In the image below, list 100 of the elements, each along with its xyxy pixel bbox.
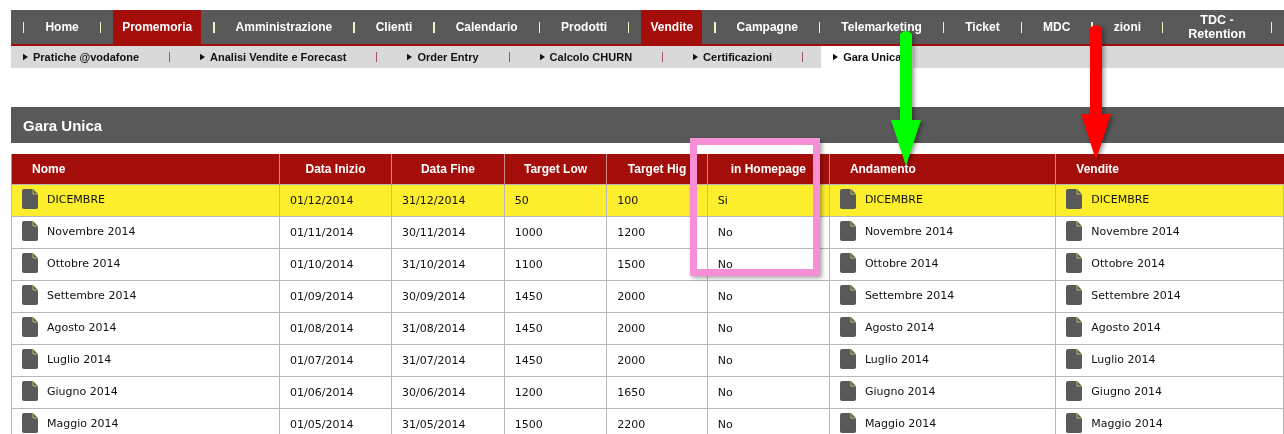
table-cell: 1500 (514, 418, 543, 431)
menu-tab[interactable]: Ticket (956, 10, 1009, 44)
table-cell: 31/05/2014 (402, 418, 466, 431)
table-cell: 1450 (514, 290, 543, 303)
section-title: Gara Unica (11, 107, 1284, 143)
table-cell: 1450 (514, 354, 543, 367)
document-icon (839, 253, 856, 273)
table-row[interactable]: DICEMBRE 01/12/2014 31/12/2014 50 100 Si DICEMBRE DICEMBRE (11, 184, 1284, 217)
table-cell: 1200 (617, 226, 646, 239)
table-cell[interactable]: DICEMBRE (47, 192, 105, 206)
menu-tab[interactable]: zioni (1104, 10, 1151, 44)
table-cell: 2000 (617, 290, 646, 303)
table-cell: No (717, 290, 733, 303)
triangle-icon (23, 53, 28, 61)
table-cell: Novembre 2014 (1091, 224, 1180, 238)
table-row[interactable]: Agosto 2014 01/08/2014 31/08/2014 1450 2000 No Agosto 2014 Agosto 2014 (11, 312, 1284, 345)
triangle-icon (833, 53, 839, 61)
document-icon (839, 349, 856, 369)
table-cell[interactable]: Agosto 2014 (47, 320, 117, 334)
menu-tab[interactable]: Home (36, 10, 88, 44)
column-header: Target Hig (606, 154, 708, 185)
document-icon (839, 221, 856, 241)
table-cell: 01/07/2014 (290, 354, 354, 367)
table-cell[interactable]: Settembre 2014 (47, 288, 137, 302)
table-cell[interactable]: Novembre 2014 (47, 224, 136, 238)
document-icon (839, 413, 856, 433)
menu-tab[interactable]: Promemoria (113, 10, 202, 44)
table-cell: 50 (514, 194, 529, 207)
menu-tab[interactable]: Calendario (446, 10, 527, 44)
table-cell: Luglio 2014 (864, 352, 930, 366)
table-cell[interactable]: Luglio 2014 (47, 352, 112, 366)
table-cell: 01/05/2014 (290, 418, 354, 431)
triangle-icon (539, 53, 545, 61)
menu-tab[interactable]: Amministrazione (226, 10, 342, 44)
menu-tab[interactable]: Campagne (727, 10, 807, 44)
table-cell[interactable]: Maggio 2014 (47, 416, 119, 430)
submenu-link[interactable]: Order Entry (395, 46, 491, 68)
table-row[interactable]: Giugno 2014 01/06/2014 30/06/2014 1200 1650 No Giugno 2014 Giugno 2014 (11, 376, 1284, 409)
document-icon (22, 253, 38, 273)
menu-tab[interactable]: Prodotti (552, 10, 617, 44)
document-icon (1066, 221, 1083, 241)
table-cell: Agosto 2014 (864, 320, 935, 334)
menu-tab[interactable]: MDC (1034, 10, 1080, 44)
table-cell: 2000 (617, 322, 646, 335)
document-icon (839, 317, 856, 337)
table-row[interactable]: Maggio 2014 01/05/2014 31/05/2014 1500 2200 No Maggio 2014 Maggio 2014 (11, 408, 1284, 434)
document-icon (22, 221, 38, 241)
menu-tab[interactable]: Vendite (641, 10, 703, 44)
submenu-link[interactable]: Analisi Vendite e Forecast (188, 46, 359, 68)
document-icon (839, 381, 856, 401)
table-cell: Settembre 2014 (1091, 288, 1181, 302)
document-icon (1066, 253, 1083, 273)
table-cell: Luglio 2014 (1091, 352, 1156, 366)
column-header: Target Low (504, 154, 607, 185)
table-cell: Settembre 2014 (864, 288, 955, 302)
menu-tab[interactable]: TDC - Retention (1175, 10, 1259, 44)
table-cell: Giugno 2014 (1091, 384, 1163, 398)
menu-tab[interactable]: Telemarketing (832, 10, 931, 44)
submenu-link[interactable]: Certificazioni (681, 46, 785, 68)
triangle-icon (693, 53, 699, 61)
document-icon (22, 381, 38, 401)
table-cell: 01/11/2014 (290, 226, 354, 239)
table-cell: 01/08/2014 (290, 322, 354, 335)
document-icon (1066, 381, 1083, 401)
document-icon (1066, 285, 1083, 305)
table-cell: No (717, 226, 733, 239)
triangle-icon (200, 53, 206, 61)
table-row[interactable]: Ottobre 2014 01/10/2014 31/10/2014 1100 1500 No Ottobre 2014 Ottobre 2014 (11, 248, 1284, 281)
table-cell: Ottobre 2014 (1091, 256, 1165, 270)
document-icon (22, 285, 38, 305)
table-cell: Giugno 2014 (864, 384, 936, 398)
submenu-link[interactable]: Calcolo CHURN (527, 46, 645, 68)
menu-tab[interactable]: Clienti (366, 10, 422, 44)
table-cell: DICEMBRE (864, 192, 923, 206)
table-cell: No (717, 322, 733, 335)
table-row[interactable]: Novembre 2014 01/11/2014 30/11/2014 1000 1200 No Novembre 2014 Novembre 2014 (11, 216, 1284, 249)
table-cell: 2000 (617, 354, 646, 367)
table-cell: Novembre 2014 (864, 224, 954, 238)
document-icon (22, 413, 38, 433)
table-cell: 1500 (617, 258, 646, 271)
table-cell: 1200 (514, 386, 543, 399)
triangle-icon (407, 53, 413, 61)
table-cell: Si (717, 194, 728, 207)
table-cell: Maggio 2014 (864, 416, 937, 430)
table-cell: 01/10/2014 (290, 258, 354, 271)
table-cell[interactable]: Ottobre 2014 (47, 256, 121, 270)
table-cell: No (717, 354, 733, 367)
submenu-link[interactable]: Pratiche @vodafone (11, 46, 152, 68)
table-row[interactable]: Luglio 2014 01/07/2014 31/07/2014 1450 2000 No Luglio 2014 Luglio 2014 (11, 344, 1284, 377)
table-cell: 31/08/2014 (402, 322, 466, 335)
table-cell: 31/07/2014 (402, 354, 466, 367)
table-cell: 30/06/2014 (402, 386, 466, 399)
table-cell: 1000 (514, 226, 543, 239)
table-cell: 31/12/2014 (402, 194, 466, 207)
table-cell[interactable]: Giugno 2014 (47, 384, 118, 398)
table-row[interactable]: Settembre 2014 01/09/2014 30/09/2014 1450 2000 No Settembre 2014 Settembre 2014 (11, 280, 1284, 313)
table-cell: Maggio 2014 (1091, 416, 1163, 430)
column-header: Data Inizio (279, 154, 392, 185)
document-icon (1066, 317, 1083, 337)
document-icon (22, 189, 38, 209)
